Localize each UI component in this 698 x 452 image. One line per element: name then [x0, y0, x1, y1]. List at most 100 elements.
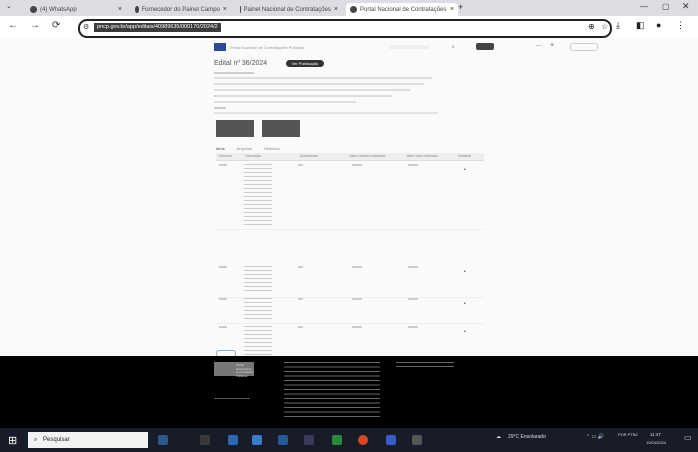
footer-divider [214, 398, 250, 399]
app-icon[interactable] [304, 435, 314, 445]
download-icon[interactable]: ⤓ [616, 20, 620, 31]
row-number [219, 298, 227, 300]
profile-icon[interactable]: ● [656, 20, 661, 30]
page-title: Edital nº 36/2024 [214, 60, 268, 67]
meta-line [214, 83, 424, 85]
close-icon[interactable]: × [118, 6, 122, 13]
row-unit-value [352, 298, 362, 300]
windows-start-icon[interactable]: ⊞ [8, 434, 17, 447]
tray-icons[interactable]: ⌃ ▭ 🔊 [586, 434, 604, 440]
url-box[interactable]: ⚙ pncp.gov.br/app/editais/40989635/00017… [78, 19, 612, 38]
menu-icon[interactable]: ⋮ [676, 20, 685, 31]
lang-indicator[interactable]: POR PTB2 [618, 432, 644, 437]
zoom-icon[interactable]: ⊕ [588, 22, 595, 31]
close-icon[interactable]: × [450, 6, 454, 13]
table-row: • [216, 295, 484, 324]
minimize-icon[interactable]: — [640, 2, 648, 11]
meta-line [214, 89, 410, 91]
publication-badge[interactable]: Ver Publicação [286, 60, 324, 67]
close-window-icon[interactable]: ✕ [682, 1, 690, 12]
row-description [244, 326, 272, 360]
row-description [244, 164, 272, 226]
notification-icon[interactable]: ▭ [684, 433, 692, 442]
task-view-icon[interactable] [158, 435, 168, 445]
tab-painel[interactable]: Painel Nacional de Contratações × [240, 3, 338, 16]
tab-portal-active[interactable]: Portal Nacional de Contratações × [346, 3, 458, 16]
search-icon[interactable]: ⌕ [452, 44, 455, 50]
footer-text-block [284, 362, 380, 420]
row-total-value [408, 266, 418, 268]
meta-line [214, 101, 356, 103]
tab-historico[interactable]: Histórico [264, 146, 280, 151]
site-info-icon[interactable]: ⚙ [83, 23, 89, 31]
tab-search-icon[interactable]: ⌄ [6, 2, 12, 10]
mail-icon[interactable] [252, 435, 262, 445]
meta-line [214, 77, 432, 79]
row-quantity [298, 266, 303, 268]
col-detalhar: Detalhar [457, 154, 472, 158]
document-image-2[interactable] [262, 120, 300, 137]
row-number [219, 326, 227, 328]
detail-icon[interactable]: • [464, 329, 466, 335]
login-button[interactable] [570, 43, 598, 51]
items-table: Número Descrição Quantidade Valor unitár… [216, 153, 484, 373]
close-icon[interactable]: × [334, 6, 338, 13]
close-icon[interactable]: × [223, 6, 227, 13]
detail-icon[interactable]: • [464, 301, 466, 307]
back-icon[interactable]: ← [8, 20, 18, 31]
bell-icon [135, 6, 139, 13]
row-total-value [408, 164, 418, 166]
meta-line [214, 72, 254, 74]
taskbar-search[interactable]: ⌕ Pesquisar [28, 432, 148, 448]
search-placeholder: Pesquisar [43, 437, 70, 443]
sidebar-icon[interactable]: ◧ [636, 20, 645, 31]
excel-icon[interactable] [332, 435, 342, 445]
row-description [244, 266, 272, 294]
tab-arquivos[interactable]: Arquivos [237, 146, 253, 151]
tab-whatsapp[interactable]: (4) WhatsApp × [30, 3, 122, 16]
site-footer: Portal Nacional de Contratações Públicas [0, 356, 698, 428]
detail-icon[interactable]: • [464, 167, 466, 173]
plus-icon[interactable]: + [550, 42, 554, 49]
meta-line [214, 112, 438, 114]
store-icon[interactable] [278, 435, 288, 445]
search-field[interactable] [389, 45, 429, 49]
explorer-icon[interactable] [200, 435, 210, 445]
bookmark-star-icon[interactable]: ☆ [601, 22, 608, 31]
app-icon[interactable] [412, 435, 422, 445]
globe-icon [240, 6, 241, 13]
tab-itens[interactable]: Itens [216, 146, 225, 151]
pncp-logo [214, 43, 226, 51]
col-valor-unit: Valor unitário estimado [349, 154, 386, 158]
forward-icon[interactable]: → [30, 20, 40, 31]
tab-fornecedor[interactable]: Fornecedor do Painel Campo × [135, 3, 227, 16]
tab-label: Portal Nacional de Contratações [360, 6, 447, 13]
weather-text[interactable]: 29°C Ensolarado [508, 434, 546, 440]
row-number [219, 266, 227, 268]
clock-date[interactable]: 10/04/2024 [646, 440, 666, 445]
maximize-icon[interactable]: ▢ [662, 2, 670, 11]
row-number [219, 164, 227, 166]
clock-time[interactable]: 11:47 [650, 432, 661, 437]
detail-icon[interactable]: • [464, 269, 466, 275]
reload-icon[interactable]: ⟳ [52, 20, 60, 31]
row-unit-value [352, 326, 362, 328]
content-tabs: Itens Arquivos Histórico [216, 146, 280, 151]
row-unit-value [352, 164, 362, 166]
footer-links[interactable] [396, 362, 454, 370]
col-quantidade: Quantidade [299, 154, 319, 158]
word-icon[interactable] [386, 435, 396, 445]
url-text[interactable]: pncp.gov.br/app/editais/40989635/000170/… [94, 23, 221, 32]
table-row: • [216, 263, 484, 298]
new-tab-button[interactable]: + [458, 2, 463, 12]
chrome-icon[interactable] [358, 435, 368, 445]
col-numero: Número [219, 154, 232, 158]
user-badge[interactable] [476, 43, 494, 50]
minus-icon[interactable]: — [536, 43, 541, 49]
browser-tab-bar: ⌄ (4) WhatsApp × Fornecedor do Painel Ca… [0, 0, 698, 16]
weather-icon[interactable]: ☁ [496, 434, 501, 440]
meta-line [214, 107, 226, 109]
globe-icon [350, 6, 357, 13]
edge-icon[interactable] [228, 435, 238, 445]
document-image-1[interactable] [216, 120, 254, 137]
